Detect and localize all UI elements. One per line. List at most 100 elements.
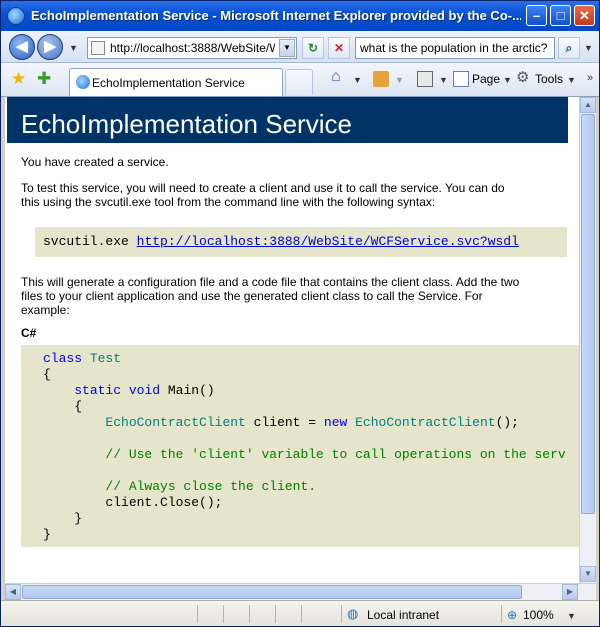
svcutil-command-box: svcutil.exe http://localhost:3888/WebSit…	[35, 227, 567, 257]
test-instructions-line1: To test this service, you will need to c…	[21, 181, 505, 195]
stop-button[interactable]: ✕	[328, 37, 350, 59]
feeds-icon[interactable]	[373, 71, 389, 87]
browser-window: EchoImplementation Service - Microsoft I…	[0, 0, 600, 627]
vertical-scroll-thumb[interactable]	[581, 114, 595, 514]
wsdl-link[interactable]: http://localhost:3888/WebSite/WCFService…	[137, 234, 519, 249]
search-input[interactable]: what is the population in the arctic?	[360, 41, 550, 55]
csharp-heading: C#	[21, 326, 37, 340]
code-line-7: // Always close the client.	[43, 479, 316, 495]
address-dropdown-icon[interactable]: ▼	[279, 39, 295, 57]
title-bar: EchoImplementation Service - Microsoft I…	[1, 1, 599, 31]
tools-dropdown-icon[interactable]: ▼	[567, 75, 576, 85]
code-line-1: class Test	[43, 351, 121, 367]
svcutil-exe-text: svcutil.exe	[43, 234, 129, 249]
scroll-down-icon[interactable]: ▼	[580, 566, 596, 582]
generate-text-line1: This will generate a configuration file …	[21, 275, 520, 289]
intro-text: You have created a service.	[21, 155, 169, 169]
code-keyword: class	[43, 351, 83, 366]
status-divider	[249, 605, 250, 623]
window-title: EchoImplementation Service - Microsoft I…	[31, 8, 521, 23]
zoom-dropdown-icon[interactable]: ▼	[567, 611, 576, 621]
zoom-level[interactable]: 100%	[523, 608, 554, 622]
close-button[interactable]: ✕	[574, 5, 595, 26]
maximize-button[interactable]: □	[550, 5, 571, 26]
tab-page-icon	[76, 75, 90, 89]
status-divider	[341, 605, 342, 623]
home-icon[interactable]: ⌂	[331, 69, 347, 85]
page-icon	[91, 41, 105, 55]
code-text: {	[74, 399, 83, 414]
chevron-more-icon[interactable]: »	[587, 72, 593, 84]
generate-text-line3: example:	[21, 303, 70, 317]
page-menu-button[interactable]: Page	[472, 72, 500, 86]
gear-icon: ⚙	[516, 69, 530, 86]
refresh-button[interactable]: ↻	[302, 37, 324, 59]
code-text: Main()	[167, 383, 215, 398]
print-dropdown-icon[interactable]: ▼	[439, 75, 448, 85]
code-line-9: }	[43, 511, 82, 527]
navigation-bar: ◀ ▶ ▼ http://localhost:3888/WebSite/WC ▼…	[1, 31, 599, 63]
code-keyword: new	[323, 415, 348, 430]
scroll-up-icon[interactable]: ▲	[580, 97, 596, 113]
ie-app-icon	[7, 7, 25, 25]
address-input[interactable]: http://localhost:3888/WebSite/WC	[110, 41, 275, 55]
horizontal-scrollbar[interactable]: ◀ ▶	[5, 583, 596, 600]
security-zone: Local intranet	[367, 608, 440, 622]
code-line-2: {	[43, 367, 51, 382]
tools-menu-button[interactable]: Tools	[535, 72, 563, 86]
tab-echo-service[interactable]: EchoImplementation Service	[69, 68, 283, 96]
code-comment: // Always close the client.	[105, 479, 317, 494]
code-line-3: static void Main()	[43, 383, 215, 399]
add-favorite-icon[interactable]: ✚	[37, 70, 51, 87]
command-bar: ★ ✚ EchoImplementation Service ⌂ ▼ ▼ ▼ P…	[1, 63, 599, 97]
test-instructions-line2: this using the svcutil.exe tool from the…	[21, 195, 436, 209]
home-dropdown-icon[interactable]: ▼	[353, 75, 362, 85]
minimize-button[interactable]: –	[526, 5, 547, 26]
zoom-icon: ⊕	[507, 608, 518, 622]
forward-button[interactable]: ▶	[37, 34, 63, 60]
svcutil-command: svcutil.exe http://localhost:3888/WebSit…	[43, 234, 519, 249]
status-bar: ◍ Local intranet ⊕ 100% ▼	[1, 600, 599, 626]
code-line-8: client.Close();	[43, 495, 222, 511]
code-line-6: // Use the 'client' variable to call ope…	[43, 447, 566, 463]
code-keyword: void	[128, 383, 161, 398]
code-line-10: }	[43, 527, 51, 542]
code-text: client.Close();	[105, 495, 223, 510]
csharp-code-box: class Test { static void Main() { EchoCo…	[21, 345, 579, 547]
status-divider	[275, 605, 276, 623]
favorites-star-icon[interactable]: ★	[11, 70, 26, 87]
page-dropdown-icon[interactable]: ▼	[503, 75, 512, 85]
status-divider	[223, 605, 224, 623]
code-comment: // Use the 'client' variable to call ope…	[105, 447, 566, 462]
page-menu-icon	[453, 71, 469, 87]
code-text: client =	[253, 415, 317, 430]
code-type: EchoContractClient	[105, 415, 246, 430]
code-text: ();	[495, 415, 519, 430]
page-banner: EchoImplementation Service	[7, 97, 568, 143]
address-bar[interactable]: http://localhost:3888/WebSite/WC ▼	[87, 37, 297, 59]
page-content: EchoImplementation Service You have crea…	[5, 97, 579, 583]
code-type: Test	[89, 351, 122, 366]
status-divider	[501, 605, 502, 623]
search-box[interactable]: what is the population in the arctic?	[355, 37, 555, 59]
back-button[interactable]: ◀	[9, 34, 35, 60]
code-line-5: EchoContractClient client = new EchoCont…	[43, 415, 519, 431]
code-text: }	[74, 511, 83, 526]
recent-pages-dropdown-icon[interactable]: ▼	[69, 43, 78, 53]
print-icon[interactable]	[417, 71, 433, 87]
globe-icon: ◍	[347, 606, 359, 621]
code-line-4: {	[43, 399, 82, 415]
scroll-right-icon[interactable]: ▶	[562, 584, 578, 600]
status-divider	[301, 605, 302, 623]
vertical-scrollbar[interactable]: ▲ ▼	[579, 97, 596, 583]
search-options-dropdown-icon[interactable]: ▼	[584, 43, 593, 53]
page-title: EchoImplementation Service	[21, 109, 352, 139]
scroll-left-icon[interactable]: ◀	[5, 584, 21, 600]
code-type: EchoContractClient	[355, 415, 496, 430]
search-button[interactable]: ⌕	[558, 37, 580, 59]
code-keyword: static	[74, 383, 122, 398]
feeds-dropdown-icon[interactable]: ▼	[395, 75, 404, 85]
tab-label: EchoImplementation Service	[92, 76, 245, 90]
new-tab-button[interactable]	[285, 69, 313, 95]
horizontal-scroll-thumb[interactable]	[22, 585, 522, 599]
